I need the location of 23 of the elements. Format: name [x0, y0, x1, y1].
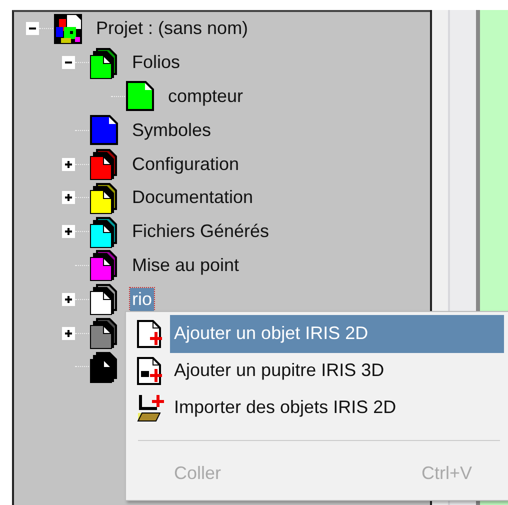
- menu-item[interactable]: Ajouter un pupitre IRIS 3D: [170, 352, 504, 390]
- expand-toggle[interactable]: [62, 225, 75, 238]
- menu-item[interactable]: Importer des objets IRIS 2D: [170, 388, 504, 426]
- add-page-icon: [136, 318, 164, 348]
- collapse-toggle[interactable]: [62, 56, 75, 70]
- tree-item[interactable]: Projet : (sans nom): [94, 17, 250, 40]
- tree-item[interactable]: Fichiers Générés: [130, 220, 272, 244]
- expand-toggle[interactable]: [62, 158, 75, 171]
- expand-toggle[interactable]: [62, 191, 75, 204]
- tree-item[interactable]: Documentation: [130, 186, 256, 210]
- menu-item[interactable]: Ajouter un objet IRIS 2D: [170, 314, 504, 352]
- expand-toggle[interactable]: [62, 326, 75, 340]
- collapse-toggle[interactable]: [26, 22, 39, 36]
- tree-item[interactable]: rio: [130, 288, 154, 311]
- import-folder-icon: [136, 392, 164, 422]
- tree-item[interactable]: Configuration: [130, 152, 242, 176]
- tree-item[interactable]: compteur: [166, 84, 246, 108]
- tree-item[interactable]: Mise au point: [130, 254, 242, 277]
- project-icon: [53, 12, 83, 45]
- add-3d-page-icon: [136, 356, 164, 386]
- expand-toggle[interactable]: [62, 292, 75, 306]
- tree-item[interactable]: Symboles: [130, 118, 214, 142]
- tree-item[interactable]: Folios: [130, 51, 182, 74]
